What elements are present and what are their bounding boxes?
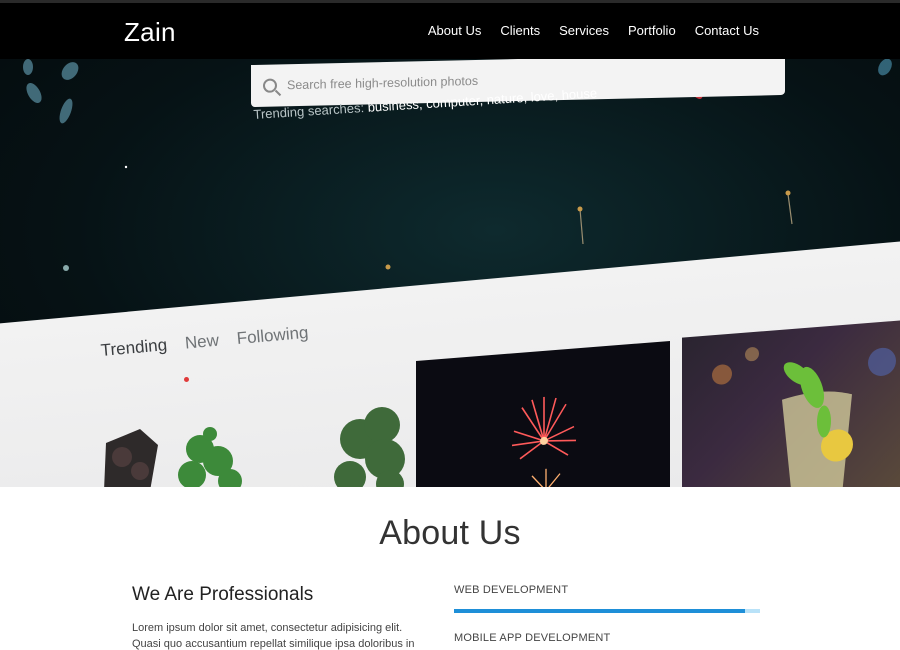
cocktail-photo <box>682 320 900 487</box>
skill-label-mobile-app-development: MOBILE APP DEVELOPMENT <box>454 632 611 644</box>
leaves-photo <box>104 407 405 487</box>
tab-indicator-dot <box>184 377 189 382</box>
progress-fill-web-development <box>454 609 745 613</box>
skill-label-web-development: WEB DEVELOPMENT <box>454 584 569 596</box>
nav-link-portfolio[interactable]: Portfolio <box>628 23 676 38</box>
hero-tab-new: New <box>184 330 220 353</box>
about-heading: We Are Professionals <box>132 584 314 605</box>
nav-link-about-us[interactable]: About Us <box>428 23 481 38</box>
about-paragraph: Lorem ipsum dolor sit amet, consectetur … <box>132 622 415 650</box>
about-section-title: About Us <box>379 514 521 552</box>
progress-bar-web-development <box>454 609 760 613</box>
search-placeholder: Search free high-resolution photos <box>287 73 479 93</box>
brand-logo[interactable]: Zain <box>124 17 176 48</box>
fireworks-photo <box>416 341 670 487</box>
hero-image: Search free high-resolution photos Trend… <box>0 59 900 487</box>
navbar: Zain About Us Clients Services Portfolio… <box>0 0 900 59</box>
nav-link-contact-us[interactable]: Contact Us <box>695 23 759 38</box>
search-icon <box>263 78 277 93</box>
about-intro: We Are Professionals Lorem ipsum dolor s… <box>132 584 422 650</box>
nav-link-clients[interactable]: Clients <box>500 23 540 38</box>
main-nav: About Us Clients Services Portfolio Cont… <box>428 23 759 38</box>
nav-link-services[interactable]: Services <box>559 23 609 38</box>
skills-list: WEB DEVELOPMENT MOBILE APP DEVELOPMENT <box>454 584 760 644</box>
